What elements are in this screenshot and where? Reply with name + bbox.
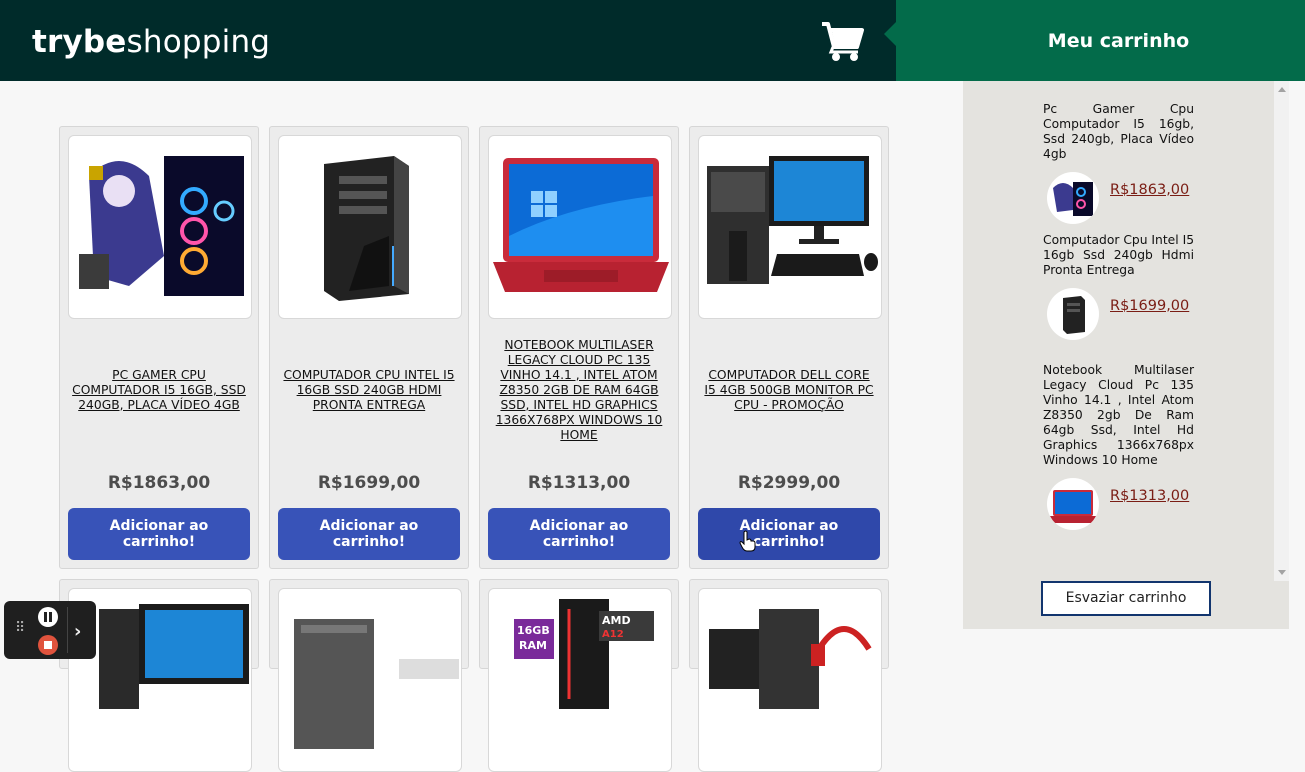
scroll-down-icon[interactable] <box>1278 570 1286 575</box>
product-card: NOTEBOOK MULTILASER LEGACY CLOUD PC 135 … <box>479 126 679 569</box>
cart-item-image <box>1047 172 1099 224</box>
product-price: R$1699,00 <box>317 473 421 493</box>
cart-item-price[interactable]: R$1863,00 <box>1110 182 1189 198</box>
product-price: R$2999,00 <box>737 473 841 493</box>
chevron-right-icon[interactable]: › <box>74 621 81 642</box>
cart-item-title: Computador Cpu Intel I5 16gb Ssd 240gb H… <box>1043 233 1195 277</box>
product-card: 16GB RAM AMD A12 <box>479 579 679 772</box>
add-to-cart-button[interactable]: Adicionar ao carrinho! <box>68 508 250 560</box>
cart-item-price[interactable]: R$1313,00 <box>1110 488 1189 504</box>
product-image <box>488 135 672 319</box>
svg-text:AMD: AMD <box>602 614 631 627</box>
cart-item-image <box>1047 288 1099 340</box>
product-title[interactable]: PC GAMER CPU COMPUTADOR I5 16GB, SSD 240… <box>72 319 246 461</box>
product-card: PC GAMER CPU COMPUTADOR I5 16GB, SSD 240… <box>59 126 259 569</box>
cart-item-title: Pc Gamer Cpu Computador I5 16gb, Ssd 240… <box>1043 102 1194 161</box>
cart-item: Computador Cpu Intel I5 16gb Ssd 240gb H… <box>1043 233 1194 340</box>
cart-panel: Pc Gamer Cpu Computador I5 16gb, Ssd 240… <box>963 81 1289 629</box>
product-title[interactable]: COMPUTADOR CPU INTEL I5 16GB SSD 240GB H… <box>282 319 456 461</box>
product-image <box>278 588 462 772</box>
product-card <box>269 579 469 772</box>
cart-item-image <box>1047 478 1099 530</box>
svg-text:A12: A12 <box>602 629 624 640</box>
cart-item: Pc Gamer Cpu Computador I5 16gb, Ssd 240… <box>1043 102 1194 224</box>
cart-item: Notebook Multilaser Legacy Cloud Pc 135 … <box>1043 363 1194 530</box>
empty-cart-button[interactable]: Esvaziar carrinho <box>1041 581 1211 616</box>
add-to-cart-button[interactable]: Adicionar ao carrinho! <box>488 508 670 560</box>
drag-handle-icon[interactable]: ⠿ <box>15 621 26 635</box>
shopping-cart-icon[interactable] <box>820 20 864 62</box>
product-image <box>698 135 882 319</box>
logo: trybeshopping <box>32 24 271 60</box>
cart-header: Meu carrinho <box>884 0 1305 81</box>
stop-icon[interactable] <box>38 635 58 655</box>
cart-item-price[interactable]: R$1699,00 <box>1110 298 1189 314</box>
screen-recorder-widget: ⠿ › <box>4 601 96 659</box>
product-image <box>68 135 252 319</box>
product-title[interactable]: NOTEBOOK MULTILASER LEGACY CLOUD PC 135 … <box>492 319 666 461</box>
cart-title: Meu carrinho <box>1047 30 1190 52</box>
scroll-up-icon[interactable] <box>1278 87 1286 92</box>
add-to-cart-button[interactable]: Adicionar ao carrinho! <box>698 508 880 560</box>
product-price: R$1313,00 <box>527 473 631 493</box>
svg-text:RAM: RAM <box>519 639 547 652</box>
cart-item-title: Notebook Multilaser Legacy Cloud Pc 135 … <box>1043 363 1194 467</box>
cart-scrollbar[interactable] <box>1274 81 1289 581</box>
pause-icon[interactable] <box>38 607 58 627</box>
product-card: COMPUTADOR CPU INTEL I5 16GB SSD 240GB H… <box>269 126 469 569</box>
product-image <box>278 135 462 319</box>
product-image <box>698 588 882 772</box>
product-price: R$1863,00 <box>107 473 211 493</box>
cart-list[interactable]: Pc Gamer Cpu Computador I5 16gb, Ssd 240… <box>963 81 1275 576</box>
product-title[interactable]: COMPUTADOR DELL CORE I5 4GB 500GB MONITO… <box>702 319 876 461</box>
svg-text:16GB: 16GB <box>517 624 550 637</box>
product-image: 16GB RAM AMD A12 <box>488 588 672 772</box>
hand-cursor-icon <box>739 530 756 552</box>
add-to-cart-button[interactable]: Adicionar ao carrinho! <box>278 508 460 560</box>
product-card: COMPUTADOR DELL CORE I5 4GB 500GB MONITO… <box>689 126 889 569</box>
top-header: trybeshopping <box>0 0 896 81</box>
product-card <box>689 579 889 772</box>
